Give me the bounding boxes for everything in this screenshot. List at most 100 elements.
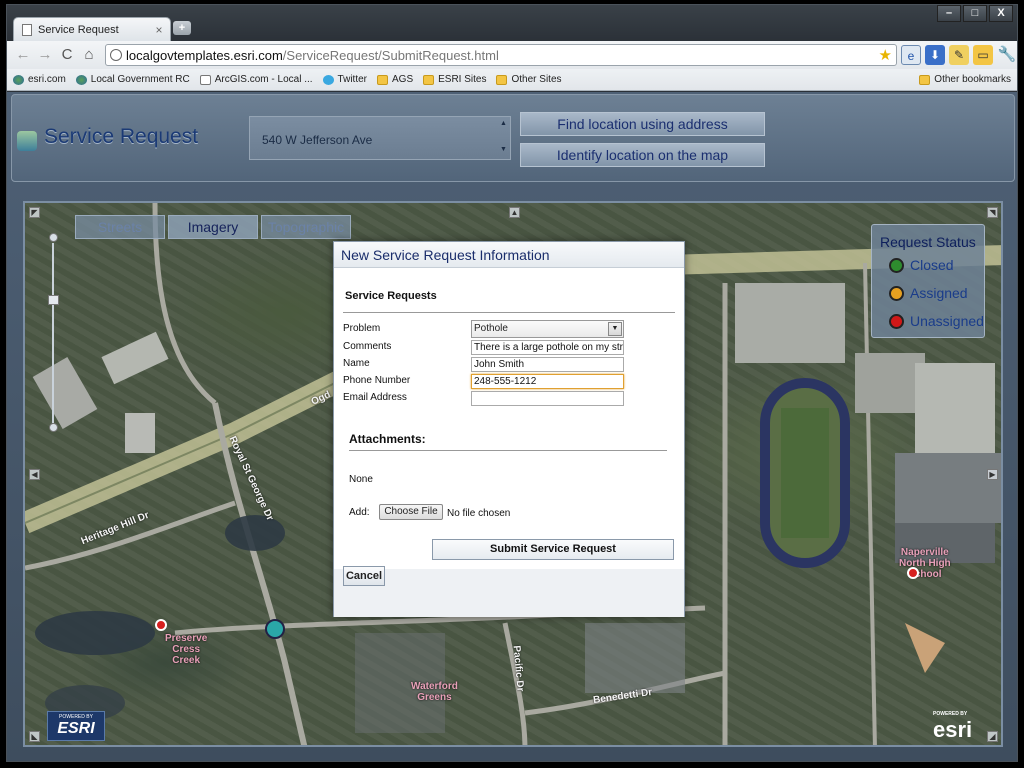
- address-input-value: 540 W Jefferson Ave: [262, 133, 373, 147]
- email-label: Email Address: [343, 392, 407, 403]
- email-field[interactable]: [471, 391, 624, 406]
- dialog-title: New Service Request Information: [334, 242, 684, 268]
- url-path: /ServiceRequest/SubmitRequest.html: [282, 47, 499, 63]
- other-bookmarks[interactable]: Other bookmarks: [919, 74, 1011, 85]
- add-label: Add:: [349, 507, 370, 518]
- divider: [343, 312, 675, 313]
- problem-select[interactable]: Pothole ▼: [471, 320, 624, 338]
- reload-button[interactable]: C: [57, 45, 77, 65]
- esri-logo: POWERED BY esri: [933, 711, 973, 742]
- comments-field[interactable]: There is a large pothole on my street: [471, 340, 624, 355]
- selected-location-pin[interactable]: [265, 619, 285, 639]
- pan-east-icon[interactable]: ▶: [987, 469, 998, 480]
- name-field[interactable]: John Smith: [471, 357, 624, 372]
- pan-north-icon[interactable]: ▲: [509, 207, 520, 218]
- section-service-requests: Service Requests: [345, 290, 437, 302]
- address-input[interactable]: 540 W Jefferson Ave ▲ ▼: [249, 116, 511, 160]
- bookmark-arcgis[interactable]: ArcGIS.com - Local ...: [199, 74, 313, 85]
- bookmark-other-sites[interactable]: Other Sites: [496, 74, 562, 85]
- browser-titlebar: Service Request × + – □ X: [7, 5, 1017, 41]
- browser-tab[interactable]: Service Request ×: [13, 17, 171, 41]
- bookmark-star-icon[interactable]: ★: [879, 46, 892, 64]
- basemap-tabs: Streets Imagery Topographic: [75, 215, 354, 239]
- folder-icon: [496, 74, 508, 85]
- tab-topographic[interactable]: Topographic: [261, 215, 351, 239]
- ie-tab-icon[interactable]: e: [901, 45, 921, 65]
- closed-status-icon: [889, 257, 904, 273]
- folder-icon: [377, 74, 388, 85]
- bookmark-local-government[interactable]: Local Government RC: [75, 74, 190, 85]
- page-content: Service Request 540 W Jefferson Ave ▲ ▼ …: [7, 92, 1017, 761]
- legend-item-closed: Closed: [889, 257, 954, 273]
- zoom-slider[interactable]: [48, 233, 59, 433]
- pan-southwest-icon[interactable]: ◣: [29, 731, 40, 742]
- problem-select-value: Pothole: [474, 323, 508, 334]
- bookmark-twitter[interactable]: Twitter: [322, 74, 367, 85]
- earth-icon: [13, 74, 24, 85]
- close-window-button[interactable]: X: [989, 5, 1013, 22]
- pan-northeast-icon[interactable]: ◥: [987, 207, 998, 218]
- bookmark-esri[interactable]: esri.com: [13, 74, 66, 85]
- folder-icon: [919, 74, 931, 85]
- phone-field[interactable]: 248-555-1212: [471, 374, 624, 389]
- app-logo-icon: [17, 131, 37, 151]
- find-location-button[interactable]: Find location using address: [520, 112, 765, 136]
- pan-northwest-icon[interactable]: ◤: [29, 207, 40, 218]
- home-button[interactable]: ⌂: [79, 45, 99, 65]
- zoom-slider-thumb[interactable]: [48, 295, 59, 305]
- scroll-up-icon[interactable]: ▲: [499, 120, 508, 130]
- legend-item-unassigned: Unassigned: [889, 313, 984, 329]
- url-host: localgovtemplates.esri.com: [126, 47, 283, 63]
- tab-imagery[interactable]: Imagery: [168, 215, 258, 239]
- earth-icon: [75, 74, 87, 85]
- forward-button[interactable]: →: [35, 45, 55, 65]
- map[interactable]: Streets Imagery Topographic ◤ ▲ ◥ ◀ ▶ ◣ …: [23, 201, 1003, 747]
- bookmark-esri-sites[interactable]: ESRI Sites: [423, 74, 486, 85]
- minimize-button[interactable]: –: [937, 5, 961, 22]
- tab-streets[interactable]: Streets: [75, 215, 165, 239]
- service-request-dialog: New Service Request Information Service …: [333, 241, 685, 617]
- scroll-down-icon[interactable]: ▼: [499, 146, 508, 156]
- esri-badge: POWERED BY ESRI: [47, 711, 105, 741]
- pan-southeast-icon[interactable]: ◢: [987, 731, 998, 742]
- app-header: Service Request 540 W Jefferson Ave ▲ ▼ …: [11, 94, 1015, 182]
- section-attachments: Attachments:: [349, 432, 426, 446]
- choose-file-button[interactable]: Choose File: [379, 504, 443, 520]
- request-pin-unassigned[interactable]: [155, 619, 167, 631]
- place-label-preserve: Preserve Cress Creek: [165, 633, 208, 666]
- zoom-out-icon[interactable]: [49, 423, 58, 432]
- legend-item-assigned: Assigned: [889, 285, 968, 301]
- request-pin-unassigned[interactable]: [907, 567, 919, 579]
- maximize-button[interactable]: □: [963, 5, 987, 22]
- wrench-icon[interactable]: 🔧: [997, 45, 1017, 65]
- tab-title: Service Request: [38, 23, 119, 36]
- address-bar[interactable]: localgovtemplates.esri.com /ServiceReque…: [105, 44, 897, 66]
- identify-location-button[interactable]: Identify location on the map: [520, 143, 765, 167]
- pan-west-icon[interactable]: ◀: [29, 469, 40, 480]
- zoom-in-icon[interactable]: [49, 233, 58, 242]
- zoom-slider-track: [52, 243, 54, 423]
- back-button[interactable]: ←: [13, 45, 33, 65]
- globe-icon: [110, 49, 122, 61]
- cancel-button[interactable]: Cancel: [343, 566, 385, 586]
- bookmark-ags[interactable]: AGS: [377, 74, 413, 85]
- download-icon[interactable]: ⬇: [925, 45, 945, 65]
- place-label-waterford: Waterford Greens: [411, 681, 458, 703]
- folder-icon: [423, 74, 435, 85]
- legend-title: Request Status: [880, 234, 976, 250]
- submit-request-button[interactable]: Submit Service Request: [432, 539, 674, 560]
- page-menu-icon[interactable]: ▭: [973, 45, 993, 65]
- unassigned-status-icon: [889, 313, 904, 329]
- new-tab-button[interactable]: +: [173, 21, 191, 35]
- page-icon: [199, 74, 211, 85]
- name-label: Name: [343, 358, 370, 369]
- close-tab-icon[interactable]: ×: [152, 23, 166, 37]
- request-status-legend: Request Status Closed Assigned Unassigne…: [871, 224, 985, 338]
- extension-icon[interactable]: ✎: [949, 45, 969, 65]
- page-icon: [22, 23, 32, 36]
- bookmarks-bar: esri.com Local Government RC ArcGIS.com …: [7, 69, 1017, 91]
- window-controls: – □ X: [935, 5, 1013, 23]
- divider: [349, 450, 667, 451]
- twitter-icon: [322, 74, 334, 85]
- chevron-down-icon[interactable]: ▼: [608, 322, 622, 336]
